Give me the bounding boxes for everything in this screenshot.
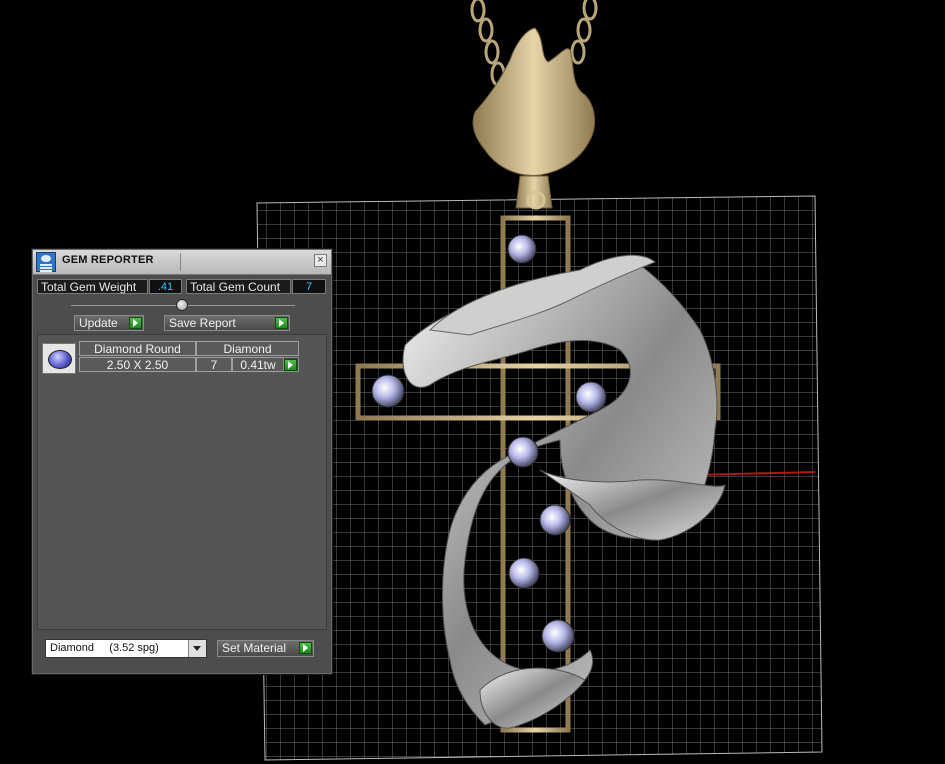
gem-reporter-app-icon bbox=[36, 252, 56, 272]
gem bbox=[508, 557, 540, 589]
gem-shape-cell: Diamond Round bbox=[79, 341, 196, 356]
material-select-value: Diamond (3.52 spg) bbox=[50, 642, 159, 654]
update-label: Update bbox=[79, 316, 118, 330]
total-gem-weight-value: .41 bbox=[149, 279, 182, 294]
gem-weight-cell: 0.41tw bbox=[232, 357, 284, 372]
gem-list[interactable] bbox=[37, 334, 327, 630]
title-divider bbox=[180, 253, 181, 271]
save-report-button[interactable]: Save Report bbox=[164, 315, 290, 331]
save-report-label: Save Report bbox=[169, 316, 236, 330]
gem-row-select-button[interactable] bbox=[283, 357, 299, 372]
total-gem-count-label: Total Gem Count bbox=[186, 279, 291, 294]
gem bbox=[575, 381, 607, 413]
close-button[interactable]: × bbox=[314, 254, 327, 267]
play-arrow-icon bbox=[275, 317, 288, 329]
total-gem-weight-label: Total Gem Weight bbox=[37, 279, 148, 294]
gem-material-cell: Diamond bbox=[196, 341, 299, 356]
gem-size-cell: 2.50 X 2.50 bbox=[79, 357, 196, 372]
close-icon: × bbox=[317, 254, 324, 266]
gem bbox=[539, 504, 571, 536]
play-arrow-icon bbox=[284, 359, 297, 371]
chevron-down-icon bbox=[188, 640, 206, 657]
round-diamond-icon bbox=[48, 350, 72, 369]
gem-reporter-titlebar[interactable]: GEM REPORTER × bbox=[33, 250, 331, 275]
gem bbox=[541, 619, 575, 653]
set-material-button[interactable]: Set Material bbox=[217, 640, 314, 657]
play-arrow-icon bbox=[299, 642, 312, 654]
gem bbox=[507, 436, 539, 468]
window-title: GEM REPORTER bbox=[62, 254, 154, 266]
gem bbox=[507, 234, 537, 264]
gem bbox=[371, 374, 405, 408]
total-gem-count-value: 7 bbox=[292, 279, 326, 294]
gem-reporter-window: GEM REPORTER × Total Gem Weight .41 Tota… bbox=[32, 249, 332, 674]
gem-count-cell: 7 bbox=[196, 357, 232, 372]
gem-thumbnail[interactable] bbox=[42, 343, 76, 374]
splitter-handle[interactable] bbox=[176, 299, 188, 311]
flame-bail bbox=[472, 27, 596, 210]
update-button[interactable]: Update bbox=[74, 315, 144, 331]
material-select[interactable]: Diamond (3.52 spg) bbox=[45, 639, 207, 658]
play-arrow-icon bbox=[129, 317, 142, 329]
set-material-label: Set Material bbox=[222, 641, 287, 655]
